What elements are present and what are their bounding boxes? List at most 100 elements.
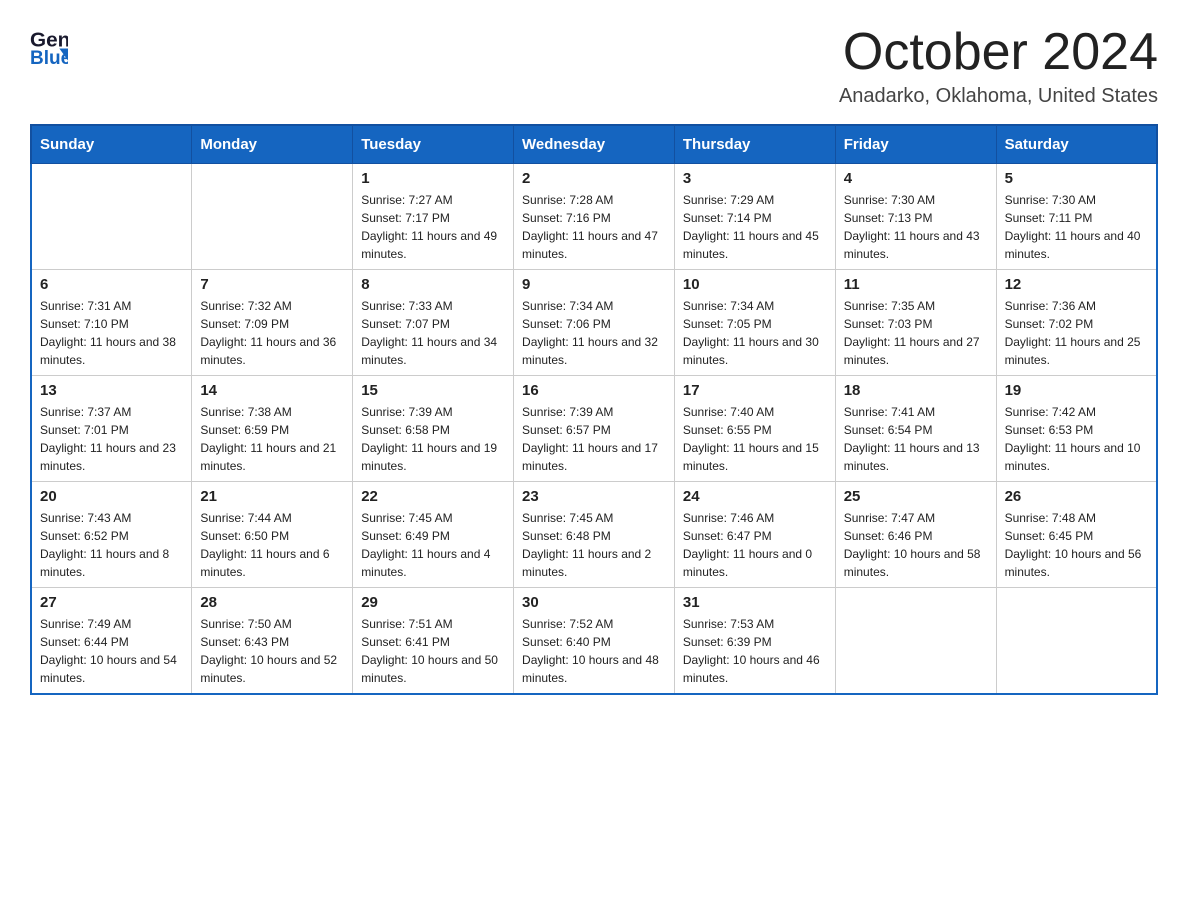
day-info: Sunrise: 7:34 AMSunset: 7:05 PMDaylight:…: [683, 297, 827, 369]
day-number: 16: [522, 382, 666, 399]
day-number: 19: [1005, 382, 1148, 399]
day-number: 6: [40, 276, 183, 293]
col-tuesday: Tuesday: [353, 125, 514, 164]
calendar-body: 1Sunrise: 7:27 AMSunset: 7:17 PMDaylight…: [31, 164, 1157, 695]
day-number: 7: [200, 276, 344, 293]
day-number: 29: [361, 594, 505, 611]
day-info: Sunrise: 7:50 AMSunset: 6:43 PMDaylight:…: [200, 615, 344, 687]
week-row-3: 13 Sunrise: 7:37 AMSunset: 7:01 PMDayligh…: [31, 376, 1157, 482]
header-row: Sunday Monday Tuesday Wednesday Thursday…: [31, 125, 1157, 164]
day-cell: 15Sunrise: 7:39 AMSunset: 6:58 PMDayligh…: [353, 376, 514, 482]
day-cell: 14 Sunrise: 7:38 AMSunset: 6:59 PMDayligh…: [192, 376, 353, 482]
day-cell: 22 Sunrise: 7:45 AMSunset: 6:49 PMDayligh…: [353, 482, 514, 588]
day-info: Sunrise: 7:39 AMSunset: 6:57 PMDaylight:…: [522, 403, 666, 475]
day-number: 5: [1005, 170, 1148, 187]
day-cell: 20 Sunrise: 7:43 AMSunset: 6:52 PMDayligh…: [31, 482, 192, 588]
day-info: Sunrise: 7:36 AMSunset: 7:02 PMDaylight:…: [1005, 297, 1148, 369]
day-number: 30: [522, 594, 666, 611]
logo-icon: General Blue: [30, 24, 68, 66]
day-info: Sunrise: 7:45 AMSunset: 6:48 PMDaylight:…: [522, 509, 666, 581]
day-cell: 2Sunrise: 7:28 AMSunset: 7:16 PMDaylight…: [514, 164, 675, 270]
day-number: 9: [522, 276, 666, 293]
day-number: 24: [683, 488, 827, 505]
title-area: October 2024 Anadarko, Oklahoma, United …: [839, 24, 1158, 108]
day-number: 27: [40, 594, 183, 611]
day-number: 20: [40, 488, 183, 505]
day-cell: 3Sunrise: 7:29 AMSunset: 7:14 PMDaylight…: [674, 164, 835, 270]
day-number: 23: [522, 488, 666, 505]
day-cell: 1Sunrise: 7:27 AMSunset: 7:17 PMDaylight…: [353, 164, 514, 270]
day-number: 31: [683, 594, 827, 611]
day-info: Sunrise: 7:37 AMSunset: 7:01 PMDaylight:…: [40, 403, 183, 475]
col-thursday: Thursday: [674, 125, 835, 164]
day-info: Sunrise: 7:38 AMSunset: 6:59 PMDaylight:…: [200, 403, 344, 475]
day-info: Sunrise: 7:30 AMSunset: 7:11 PMDaylight:…: [1005, 191, 1148, 263]
day-number: 1: [361, 170, 505, 187]
day-cell: 9 Sunrise: 7:34 AMSunset: 7:06 PMDaylight…: [514, 270, 675, 376]
day-info: Sunrise: 7:45 AMSunset: 6:49 PMDaylight:…: [361, 509, 505, 581]
day-number: 18: [844, 382, 988, 399]
day-info: Sunrise: 7:47 AMSunset: 6:46 PMDaylight:…: [844, 509, 988, 581]
day-cell: [192, 164, 353, 270]
day-cell: 26 Sunrise: 7:48 AMSunset: 6:45 PMDayligh…: [996, 482, 1157, 588]
day-cell: 6 Sunrise: 7:31 AMSunset: 7:10 PMDaylight…: [31, 270, 192, 376]
day-number: 17: [683, 382, 827, 399]
day-number: 8: [361, 276, 505, 293]
day-info: Sunrise: 7:41 AMSunset: 6:54 PMDaylight:…: [844, 403, 988, 475]
day-info: Sunrise: 7:48 AMSunset: 6:45 PMDaylight:…: [1005, 509, 1148, 581]
day-cell: 24Sunrise: 7:46 AMSunset: 6:47 PMDayligh…: [674, 482, 835, 588]
day-info: Sunrise: 7:33 AMSunset: 7:07 PMDaylight:…: [361, 297, 505, 369]
day-info: Sunrise: 7:39 AMSunset: 6:58 PMDaylight:…: [361, 403, 505, 475]
header: General Blue October 2024 Anadarko, Okla…: [30, 24, 1158, 108]
day-info: Sunrise: 7:34 AMSunset: 7:06 PMDaylight:…: [522, 297, 666, 369]
day-info: Sunrise: 7:43 AMSunset: 6:52 PMDaylight:…: [40, 509, 183, 581]
day-info: Sunrise: 7:42 AMSunset: 6:53 PMDaylight:…: [1005, 403, 1148, 475]
day-number: 13: [40, 382, 183, 399]
day-cell: 30 Sunrise: 7:52 AMSunset: 6:40 PMDayligh…: [514, 588, 675, 695]
day-info: Sunrise: 7:40 AMSunset: 6:55 PMDaylight:…: [683, 403, 827, 475]
day-number: 12: [1005, 276, 1148, 293]
svg-text:Blue: Blue: [30, 48, 68, 66]
day-cell: [996, 588, 1157, 695]
day-info: Sunrise: 7:29 AMSunset: 7:14 PMDaylight:…: [683, 191, 827, 263]
day-cell: 29Sunrise: 7:51 AMSunset: 6:41 PMDayligh…: [353, 588, 514, 695]
day-number: 25: [844, 488, 988, 505]
day-number: 14: [200, 382, 344, 399]
day-number: 22: [361, 488, 505, 505]
day-cell: 28 Sunrise: 7:50 AMSunset: 6:43 PMDayligh…: [192, 588, 353, 695]
logo: General Blue: [30, 24, 74, 66]
col-monday: Monday: [192, 125, 353, 164]
calendar-header: Sunday Monday Tuesday Wednesday Thursday…: [31, 125, 1157, 164]
day-info: Sunrise: 7:35 AMSunset: 7:03 PMDaylight:…: [844, 297, 988, 369]
day-cell: [835, 588, 996, 695]
day-number: 26: [1005, 488, 1148, 505]
week-row-2: 6 Sunrise: 7:31 AMSunset: 7:10 PMDaylight…: [31, 270, 1157, 376]
day-cell: 8 Sunrise: 7:33 AMSunset: 7:07 PMDaylight…: [353, 270, 514, 376]
col-saturday: Saturday: [996, 125, 1157, 164]
day-cell: 10 Sunrise: 7:34 AMSunset: 7:05 PMDayligh…: [674, 270, 835, 376]
location: Anadarko, Oklahoma, United States: [839, 85, 1158, 108]
day-cell: 31Sunrise: 7:53 AMSunset: 6:39 PMDayligh…: [674, 588, 835, 695]
day-number: 28: [200, 594, 344, 611]
calendar-table: Sunday Monday Tuesday Wednesday Thursday…: [30, 124, 1158, 695]
day-cell: 4Sunrise: 7:30 AMSunset: 7:13 PMDaylight…: [835, 164, 996, 270]
day-cell: 23 Sunrise: 7:45 AMSunset: 6:48 PMDayligh…: [514, 482, 675, 588]
col-sunday: Sunday: [31, 125, 192, 164]
day-cell: 13 Sunrise: 7:37 AMSunset: 7:01 PMDayligh…: [31, 376, 192, 482]
day-info: Sunrise: 7:44 AMSunset: 6:50 PMDaylight:…: [200, 509, 344, 581]
day-cell: 12 Sunrise: 7:36 AMSunset: 7:02 PMDayligh…: [996, 270, 1157, 376]
week-row-1: 1Sunrise: 7:27 AMSunset: 7:17 PMDaylight…: [31, 164, 1157, 270]
day-number: 11: [844, 276, 988, 293]
day-cell: [31, 164, 192, 270]
col-friday: Friday: [835, 125, 996, 164]
day-info: Sunrise: 7:49 AMSunset: 6:44 PMDaylight:…: [40, 615, 183, 687]
day-number: 10: [683, 276, 827, 293]
day-info: Sunrise: 7:31 AMSunset: 7:10 PMDaylight:…: [40, 297, 183, 369]
day-cell: 7Sunrise: 7:32 AMSunset: 7:09 PMDaylight…: [192, 270, 353, 376]
col-wednesday: Wednesday: [514, 125, 675, 164]
day-cell: 25 Sunrise: 7:47 AMSunset: 6:46 PMDayligh…: [835, 482, 996, 588]
day-number: 4: [844, 170, 988, 187]
week-row-5: 27 Sunrise: 7:49 AMSunset: 6:44 PMDayligh…: [31, 588, 1157, 695]
day-cell: 5 Sunrise: 7:30 AMSunset: 7:11 PMDaylight…: [996, 164, 1157, 270]
day-info: Sunrise: 7:52 AMSunset: 6:40 PMDaylight:…: [522, 615, 666, 687]
